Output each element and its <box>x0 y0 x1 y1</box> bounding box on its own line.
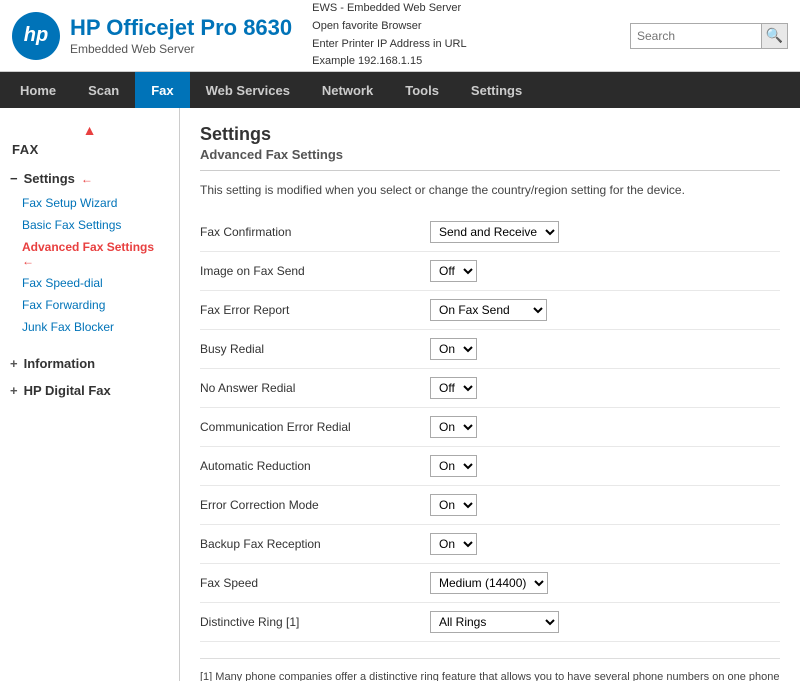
select-busy-redial[interactable]: OnOff <box>430 338 477 360</box>
setting-label: Image on Fax Send <box>200 252 420 291</box>
setting-control: OnOff <box>420 525 780 564</box>
setting-control: Send and ReceiveOffOn Fax SendOn Fax Rec… <box>420 213 780 252</box>
select-fax-speed[interactable]: Medium (14400)Fast (33600)Slow (9600) <box>430 572 548 594</box>
settings-row: Fax Error Report On Fax SendOffOn Fax Rec… <box>200 291 780 330</box>
sidebar-item-fax-setup-wizard[interactable]: Fax Setup Wizard <box>0 192 179 214</box>
settings-row: No Answer Redial OffOn <box>200 369 780 408</box>
select-fax-error-report[interactable]: On Fax SendOffOn Fax ReceiveOn Both <box>430 299 547 321</box>
setting-control: OnOff <box>420 408 780 447</box>
sidebar: ▲ FAX − Settings ← Fax Setup Wizard Basi… <box>0 108 180 681</box>
content-area: Settings Advanced Fax Settings This sett… <box>180 108 800 681</box>
setting-control: OnOff <box>420 330 780 369</box>
settings-table: Fax Confirmation Send and ReceiveOffOn Fa… <box>200 213 780 642</box>
setting-control: Medium (14400)Fast (33600)Slow (9600) <box>420 564 780 603</box>
advanced-fax-arrow: ← <box>22 254 34 268</box>
setting-label: Busy Redial <box>200 330 420 369</box>
sidebar-digital-fax-header[interactable]: + HP Digital Fax <box>0 377 179 404</box>
settings-row: Distinctive Ring [1] All RingsSingleDoubl… <box>200 603 780 642</box>
setting-label: Fax Confirmation <box>200 213 420 252</box>
setting-control: On Fax SendOffOn Fax ReceiveOn Both <box>420 291 780 330</box>
footnote: [1] Many phone companies offer a distinc… <box>200 658 780 681</box>
settings-row: Fax Speed Medium (14400)Fast (33600)Slow … <box>200 564 780 603</box>
page-subtitle: Advanced Fax Settings <box>200 147 780 171</box>
header-info: EWS - Embedded Web Server Open favorite … <box>292 0 630 70</box>
nav-web-services[interactable]: Web Services <box>190 72 306 108</box>
settings-row: Error Correction Mode OnOff <box>200 486 780 525</box>
setting-label: Automatic Reduction <box>200 447 420 486</box>
sidebar-fax-title: FAX <box>0 138 179 165</box>
setting-label: Backup Fax Reception <box>200 525 420 564</box>
search-input[interactable] <box>631 24 761 48</box>
settings-collapse-icon: − <box>10 171 18 186</box>
settings-arrow-icon: ← <box>81 172 93 186</box>
setting-control: OnOff <box>420 447 780 486</box>
select-error-correction-mode[interactable]: OnOff <box>430 494 477 516</box>
printer-title: HP Officejet Pro 8630 <box>70 15 292 41</box>
search-area: 🔍 <box>630 23 788 49</box>
select-communication-error-redial[interactable]: OnOff <box>430 416 477 438</box>
select-image-on-fax-send[interactable]: OffOn <box>430 260 477 282</box>
settings-row: Communication Error Redial OnOff <box>200 408 780 447</box>
main-layout: ▲ FAX − Settings ← Fax Setup Wizard Basi… <box>0 108 800 681</box>
sidebar-item-fax-speed-dial[interactable]: Fax Speed-dial <box>0 272 179 294</box>
settings-row: Backup Fax Reception OnOff <box>200 525 780 564</box>
fax-arrow-indicator: ▲ <box>0 122 179 138</box>
sidebar-settings-header[interactable]: − Settings ← <box>0 165 179 192</box>
info-line1: EWS - Embedded Web Server <box>312 0 630 18</box>
info-line2: Open favorite Browser <box>312 18 630 36</box>
content-inner: Settings Advanced Fax Settings This sett… <box>180 108 800 681</box>
setting-control: OffOn <box>420 252 780 291</box>
printer-subtitle: Embedded Web Server <box>70 42 292 56</box>
settings-row: Busy Redial OnOff <box>200 330 780 369</box>
page-title: Settings <box>200 124 780 145</box>
logo-area: hp HP Officejet Pro 8630 Embedded Web Se… <box>12 12 292 60</box>
sidebar-information-header[interactable]: + Information <box>0 350 179 377</box>
sidebar-digital-fax-label: HP Digital Fax <box>24 383 111 398</box>
setting-label: No Answer Redial <box>200 369 420 408</box>
search-button[interactable]: 🔍 <box>761 24 787 48</box>
setting-control: OnOff <box>420 486 780 525</box>
nav-fax[interactable]: Fax <box>135 72 189 108</box>
select-backup-fax-reception[interactable]: OnOff <box>430 533 477 555</box>
header: hp HP Officejet Pro 8630 Embedded Web Se… <box>0 0 800 72</box>
nav-network[interactable]: Network <box>306 72 389 108</box>
setting-control: OffOn <box>420 369 780 408</box>
select-automatic-reduction[interactable]: OnOff <box>430 455 477 477</box>
digital-fax-expand-icon: + <box>10 383 18 398</box>
setting-label: Error Correction Mode <box>200 486 420 525</box>
info-line3: Enter Printer IP Address in URL <box>312 36 630 54</box>
settings-row: Automatic Reduction OnOff <box>200 447 780 486</box>
info-line4: Example 192.168.1.15 <box>312 53 630 71</box>
settings-row: Image on Fax Send OffOn <box>200 252 780 291</box>
nav-tools[interactable]: Tools <box>389 72 455 108</box>
hp-logo: hp <box>12 12 60 60</box>
sidebar-settings-label: Settings <box>24 171 75 186</box>
select-fax-confirmation[interactable]: Send and ReceiveOffOn Fax SendOn Fax Rec… <box>430 221 559 243</box>
sidebar-information-label: Information <box>24 356 96 371</box>
intro-text: This setting is modified when you select… <box>200 183 780 197</box>
sidebar-item-fax-forwarding[interactable]: Fax Forwarding <box>0 294 179 316</box>
setting-label: Fax Speed <box>200 564 420 603</box>
sidebar-item-advanced-fax-settings[interactable]: Advanced Fax Settings ← <box>0 236 179 272</box>
nav-settings[interactable]: Settings <box>455 72 538 108</box>
nav-scan[interactable]: Scan <box>72 72 135 108</box>
select-no-answer-redial[interactable]: OffOn <box>430 377 477 399</box>
setting-label: Distinctive Ring [1] <box>200 603 420 642</box>
sidebar-item-junk-fax-blocker[interactable]: Junk Fax Blocker <box>0 316 179 338</box>
nav-home[interactable]: Home <box>4 72 72 108</box>
sidebar-item-basic-fax-settings[interactable]: Basic Fax Settings <box>0 214 179 236</box>
settings-row: Fax Confirmation Send and ReceiveOffOn Fa… <box>200 213 780 252</box>
printer-name: HP Officejet Pro 8630 Embedded Web Serve… <box>70 15 292 55</box>
information-expand-icon: + <box>10 356 18 371</box>
nav-bar: Home Scan Fax Web Services Network Tools… <box>0 72 800 108</box>
setting-label: Fax Error Report <box>200 291 420 330</box>
select-distinctive-ring-1[interactable]: All RingsSingleDoubleTripleSingle and Do… <box>430 611 559 633</box>
setting-control: All RingsSingleDoubleTripleSingle and Do… <box>420 603 780 642</box>
setting-label: Communication Error Redial <box>200 408 420 447</box>
